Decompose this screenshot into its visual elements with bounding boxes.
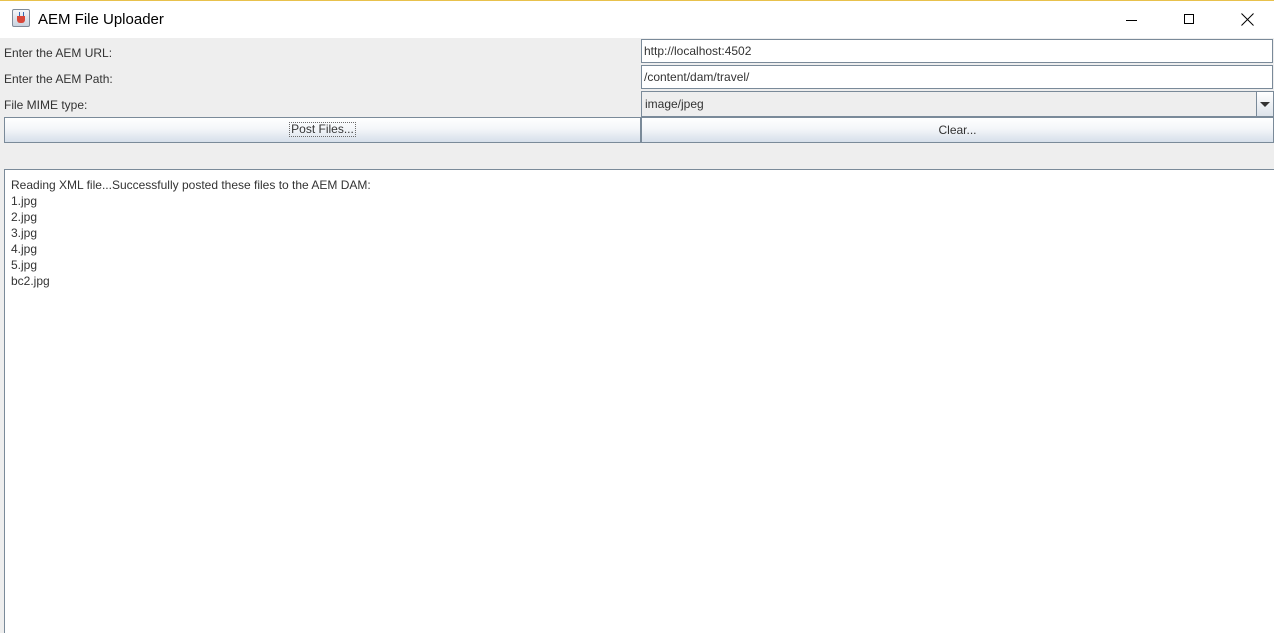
minimize-button[interactable]: [1103, 1, 1161, 38]
clear-button[interactable]: Clear...: [641, 117, 1274, 143]
log-line: 5.jpg: [11, 258, 38, 272]
mime-type-label: File MIME type:: [4, 98, 88, 112]
log-line: 4.jpg: [11, 242, 38, 256]
log-line: Reading XML file...Successfully posted t…: [11, 178, 371, 192]
close-icon: [1241, 13, 1254, 26]
post-files-button[interactable]: Post Files...: [4, 117, 641, 143]
maximize-icon: [1184, 14, 1194, 24]
output-log[interactable]: Reading XML file...Successfully posted t…: [4, 169, 1274, 633]
log-line: 2.jpg: [11, 210, 38, 224]
title-bar[interactable]: AEM File Uploader: [0, 1, 1274, 38]
java-cup-icon[interactable]: [12, 9, 30, 27]
aem-path-input[interactable]: [641, 65, 1273, 89]
aem-url-label: Enter the AEM URL:: [4, 46, 113, 60]
log-line: 1.jpg: [11, 194, 38, 208]
log-line: 3.jpg: [11, 226, 38, 240]
window-title: AEM File Uploader: [38, 11, 164, 28]
app-window: AEM File Uploader Enter the AEM URL: Ent…: [0, 0, 1274, 633]
mime-type-selected-value: image/jpeg: [645, 97, 704, 111]
aem-url-input[interactable]: [641, 39, 1273, 63]
aem-path-label: Enter the AEM Path:: [4, 72, 113, 86]
mime-type-select[interactable]: image/jpeg: [641, 91, 1274, 117]
chevron-down-icon: [1260, 102, 1270, 107]
log-line: bc2.jpg: [11, 274, 50, 288]
minimize-icon: [1126, 20, 1137, 21]
close-button[interactable]: [1219, 1, 1274, 38]
post-files-label: Post Files...: [289, 122, 356, 138]
dropdown-arrow-button[interactable]: [1256, 92, 1273, 116]
maximize-button[interactable]: [1161, 1, 1219, 38]
